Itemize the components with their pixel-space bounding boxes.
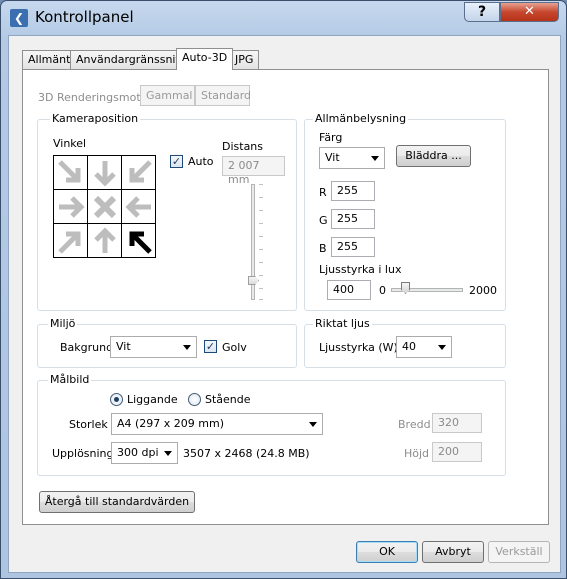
resolution-select-value: 300 dpi: [117, 446, 159, 459]
portrait-label: Stående: [205, 393, 251, 406]
angle-top[interactable]: [88, 156, 121, 189]
resolution-label: Upplösning: [52, 447, 114, 460]
height-label: Höjd: [404, 447, 430, 460]
camera-position-group: Kameraposition Vinkel ✓ Auto Distans 2 0…: [37, 112, 297, 311]
reset-defaults-button[interactable]: Återgå till standardvärden: [39, 491, 195, 513]
directed-brightness-select[interactable]: 40: [396, 336, 452, 358]
r-label: R: [319, 186, 327, 199]
angle-left[interactable]: [54, 190, 87, 223]
dialog-window: ❮ Kontrollpanel ? ✕ Allmänt Användargrän…: [0, 0, 567, 579]
client-area: Allmänt Användargränssnitt Auto-3D JPG 3…: [8, 35, 561, 573]
general-lighting-group: Allmänbelysning Färg Vit Bläddra ... R 2…: [304, 112, 506, 311]
width-field[interactable]: 320: [432, 413, 482, 433]
r-field[interactable]: 255: [331, 181, 375, 201]
background-select-value: Vit: [116, 340, 131, 353]
angle-top-right[interactable]: [122, 156, 155, 189]
color-select[interactable]: Vit: [319, 147, 385, 169]
cancel-button[interactable]: Avbryt: [422, 541, 484, 563]
directed-light-group: Riktat ljus Ljusstyrka (W) 40: [304, 317, 506, 368]
environment-group: Miljö Bakgrund Vit ✓ Golv: [37, 317, 297, 368]
auto-checkbox[interactable]: ✓: [170, 155, 183, 168]
directed-brightness-label: Ljusstyrka (W): [319, 341, 398, 354]
arrow-up-icon: [93, 226, 116, 253]
tab-user-interface[interactable]: Användargränssnitt: [70, 50, 191, 69]
target-image-group: Målbild Liggande Stående Storlek A4 (297…: [37, 373, 506, 476]
chevron-down-icon: [309, 422, 317, 427]
distance-slider-thumb[interactable]: [248, 276, 259, 285]
pixel-size-text: 3507 x 2468 (24.8 MB): [183, 447, 310, 460]
floor-checkbox[interactable]: ✓: [204, 340, 217, 353]
height-field[interactable]: 200: [432, 442, 482, 462]
landscape-label: Liggande: [127, 393, 178, 406]
arrow-right-icon: [58, 195, 85, 218]
directed-group-label: Riktat ljus: [313, 317, 372, 330]
angle-center[interactable]: [88, 190, 121, 223]
size-label: Storlek: [69, 418, 108, 431]
target-group-label: Målbild: [48, 373, 92, 386]
apply-button[interactable]: Verkställ: [488, 541, 550, 563]
help-button[interactable]: ?: [464, 2, 500, 22]
browse-button[interactable]: Bläddra ...: [396, 145, 471, 167]
lighting-group-label: Allmänbelysning: [313, 112, 409, 125]
close-button[interactable]: ✕: [500, 2, 559, 22]
angle-bottom[interactable]: [88, 224, 121, 257]
lux-slider-thumb[interactable]: [401, 282, 410, 294]
distance-field[interactable]: 2 007 mm: [222, 156, 285, 186]
distance-slider-ticks: [259, 184, 263, 300]
angle-top-left[interactable]: [54, 156, 87, 189]
environment-group-label: Miljö: [48, 317, 78, 330]
chevron-down-icon: [183, 345, 191, 350]
arrow-down-right-icon: [57, 159, 80, 182]
size-select-value: A4 (297 x 209 mm): [117, 417, 225, 430]
b-label: B: [319, 242, 327, 255]
color-select-value: Vit: [325, 151, 340, 164]
auto-label: Auto: [188, 155, 214, 168]
arrow-up-right-icon: [57, 231, 80, 254]
b-field[interactable]: 255: [331, 237, 375, 257]
angle-label: Vinkel: [53, 137, 87, 150]
angle-bottom-left[interactable]: [54, 224, 87, 257]
background-label: Bakgrund: [60, 341, 114, 354]
arrow-up-left-icon: [129, 231, 152, 254]
chevron-down-icon: [438, 345, 446, 350]
tab-panel-auto-3d: 3D Renderingsmotor Gammal Standard Kamer…: [22, 69, 549, 525]
cross-icon: [93, 195, 116, 218]
angle-bottom-right[interactable]: [122, 224, 155, 257]
camera-angle-grid: [53, 155, 156, 258]
chevron-down-icon: [164, 451, 172, 456]
render-standard-button[interactable]: Standard: [195, 85, 251, 106]
arrow-left-icon: [124, 195, 151, 218]
g-field[interactable]: 255: [331, 209, 375, 229]
render-old-button[interactable]: Gammal: [140, 85, 195, 106]
back-arrow-icon: ❮: [10, 9, 28, 27]
ok-button[interactable]: OK: [356, 541, 418, 563]
color-label: Färg: [319, 131, 343, 144]
g-label: G: [319, 214, 328, 227]
lux-field[interactable]: 400: [327, 280, 371, 300]
size-select[interactable]: A4 (297 x 209 mm): [111, 413, 323, 435]
lux-max-label: 2000: [469, 284, 497, 297]
resolution-select[interactable]: 300 dpi: [111, 442, 178, 464]
tab-general[interactable]: Allmänt: [22, 50, 77, 69]
chevron-down-icon: [371, 156, 379, 161]
landscape-radio[interactable]: [110, 393, 123, 406]
portrait-radio[interactable]: [188, 393, 201, 406]
render-engine-label: 3D Renderingsmotor: [38, 91, 152, 104]
tab-auto-3d[interactable]: Auto-3D: [176, 48, 234, 70]
arrow-down-left-icon: [129, 159, 152, 182]
title-bar[interactable]: ❮ Kontrollpanel ? ✕: [1, 1, 566, 35]
lux-label: Ljusstyrka i lux: [319, 263, 402, 276]
angle-right[interactable]: [122, 190, 155, 223]
camera-group-label: Kameraposition: [50, 112, 141, 125]
window-title: Kontrollpanel: [35, 8, 134, 26]
directed-brightness-value: 40: [402, 340, 416, 353]
width-label: Bredd: [398, 418, 431, 431]
tab-jpg[interactable]: JPG: [229, 50, 260, 69]
lux-min-label: 0: [379, 284, 386, 297]
background-select[interactable]: Vit: [110, 336, 197, 358]
arrow-down-icon: [93, 160, 116, 187]
floor-label: Golv: [222, 341, 247, 354]
distance-label: Distans: [222, 140, 264, 153]
